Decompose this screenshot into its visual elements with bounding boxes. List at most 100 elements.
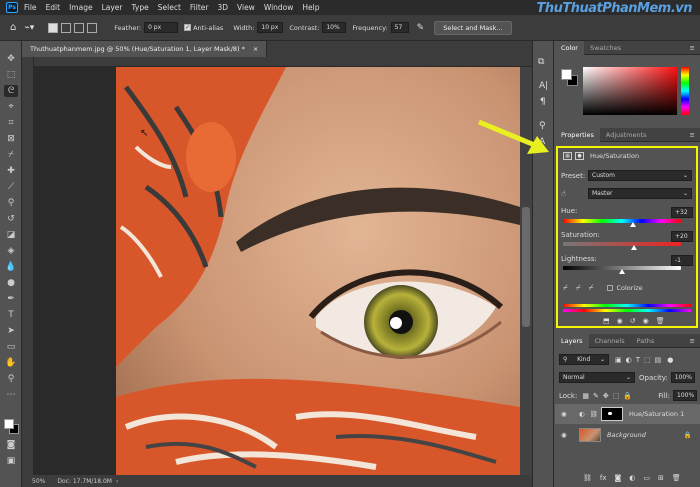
contrast-input[interactable]: 10% [322,22,347,33]
brush-tool-icon[interactable]: ⟋ [4,181,18,193]
menu-3d[interactable]: 3D [217,3,228,12]
layer-mask-thumbnail[interactable] [600,407,623,421]
frame-tool-icon[interactable]: ⊠ [4,133,18,145]
tool-preset-icon[interactable]: ⌁▾ [24,23,34,33]
lock-image-icon[interactable]: ✎ [593,392,599,400]
eyedropper-icon[interactable]: ⌿ [563,283,568,293]
menu-type[interactable]: Type [132,3,149,12]
document-canvas[interactable] [116,67,520,475]
more-tools-icon[interactable]: ⋯ [4,389,18,401]
crop-tool-icon[interactable]: ⌗ [4,117,18,129]
new-layer-icon[interactable]: ⊞ [658,474,664,482]
character-panel-icon[interactable]: A| [539,81,548,91]
screen-mode-icon[interactable]: ▣ [4,455,18,467]
clone-stamp-tool-icon[interactable]: ⚲ [4,197,18,209]
blend-mode-dropdown[interactable]: Normal ⌄ [559,372,635,383]
eraser-tool-icon[interactable]: ◪ [4,229,18,241]
paragraph-panel-icon[interactable]: ¶ [540,97,546,107]
layer-name[interactable]: Background [607,431,646,439]
channel-dropdown[interactable]: Master ⌄ [588,188,692,199]
delete-icon[interactable]: 🗑 [656,317,665,325]
add-mask-icon[interactable]: ◙ [615,474,622,482]
filter-pixel-icon[interactable]: ▣ [615,356,622,364]
path-selection-tool-icon[interactable]: ➤ [4,325,18,337]
layer-thumbnail[interactable] [579,428,601,442]
opacity-input[interactable]: 100% [670,372,695,383]
tab-channels[interactable]: Channels [589,334,631,348]
eyedropper-tool-icon[interactable]: ⌿ [4,149,18,161]
pen-tool-icon[interactable]: ✒ [4,293,18,305]
new-selection-icon[interactable] [48,22,59,33]
marquee-tool-icon[interactable]: ⬚ [4,69,18,81]
menu-help[interactable]: Help [302,3,319,12]
history-panel-icon[interactable]: ⧉ [538,57,544,67]
tab-properties[interactable]: Properties [555,127,600,142]
reset-icon[interactable]: ↺ [630,317,636,325]
menu-image[interactable]: Image [69,3,93,12]
new-group-icon[interactable]: ▭ [643,474,650,482]
subtract-selection-icon[interactable] [74,22,85,33]
lightness-slider-thumb[interactable] [619,269,625,274]
foreground-color-swatch[interactable] [4,419,14,429]
feather-input[interactable]: 0 px [144,22,179,33]
color-picker-field[interactable] [583,67,677,115]
intersect-selection-icon[interactable] [87,22,98,33]
hue-input[interactable]: +32 [671,207,693,218]
quick-mask-icon[interactable]: ◙ [4,439,18,451]
eyedropper-minus-icon[interactable]: ⌿ [589,283,594,293]
lightness-slider[interactable] [563,266,681,274]
zoom-tool-icon[interactable]: ⚲ [4,373,18,385]
lock-position-icon[interactable]: ✥ [603,392,609,400]
panel-menu-icon[interactable]: ≡ [690,337,695,345]
close-tab-icon[interactable]: × [253,45,258,53]
scrollbar-thumb[interactable] [522,207,530,327]
add-selection-icon[interactable] [61,22,72,33]
tab-paths[interactable]: Paths [631,334,661,348]
new-adjustment-icon[interactable]: ◐ [629,474,635,482]
home-icon[interactable]: ⌂ [10,22,16,33]
width-input[interactable]: 10 px [257,22,284,33]
foreground-color-chip[interactable] [561,69,572,80]
status-arrow-icon[interactable]: › [116,478,118,485]
doc-info[interactable]: Doc: 17.7M/18.0M [57,478,112,485]
colorize-checkbox[interactable] [607,285,614,291]
healing-brush-tool-icon[interactable]: ✚ [4,165,18,177]
visibility-icon[interactable]: ◉ [643,317,649,325]
menu-window[interactable]: Window [264,3,294,12]
layer-row[interactable]: ◉ ◐ ⛓ Hue/Saturation 1 [555,404,700,424]
link-layers-icon[interactable]: ⛓ [583,474,592,482]
clip-to-layer-icon[interactable]: ⬒ [603,317,610,325]
filter-smart-icon[interactable]: ▤ [655,356,662,364]
move-tool-icon[interactable]: ✥ [4,53,18,65]
lock-artboard-icon[interactable]: ⬚ [613,392,620,400]
saturation-input[interactable]: +20 [671,231,693,242]
filter-type-icon[interactable]: T [636,356,640,364]
hue-slider[interactable] [563,219,681,227]
filter-toggle-icon[interactable]: ● [667,356,673,364]
zoom-level[interactable]: 50% [32,478,45,485]
history-brush-tool-icon[interactable]: ↺ [4,213,18,225]
layer-row[interactable]: ◉ Background 🔒 [555,425,700,445]
layer-style-icon[interactable]: fx [600,474,607,482]
frequency-input[interactable]: 57 [390,22,409,33]
targeted-adjustment-icon[interactable]: ☝ [561,189,585,198]
menu-layer[interactable]: Layer [102,3,123,12]
eyedropper-plus-icon[interactable]: ⌿ [576,283,581,293]
filter-shape-icon[interactable]: ⬚ [644,356,651,364]
magnetic-lasso-tool-icon[interactable]: ᘓ [4,85,18,97]
tab-swatches[interactable]: Swatches [584,41,627,55]
preset-dropdown[interactable]: Custom ⌄ [588,170,692,181]
lock-all-icon[interactable]: 🔒 [623,392,632,400]
lightness-input[interactable]: -1 [671,255,693,266]
panel-menu-icon[interactable]: ≡ [690,131,695,139]
chain-icon[interactable]: ⛓ [590,410,598,418]
rectangle-tool-icon[interactable]: ▭ [4,341,18,353]
tab-adjustments[interactable]: Adjustments [600,128,653,142]
filter-adjustment-icon[interactable]: ◐ [626,356,632,364]
saturation-slider-thumb[interactable] [630,245,637,250]
mask-icon[interactable]: ● [575,152,584,160]
select-and-mask-button[interactable]: Select and Mask... [434,20,512,35]
panel-menu-icon[interactable]: ≡ [690,44,695,52]
quick-selection-tool-icon[interactable]: ⌖ [4,101,18,113]
tab-color[interactable]: Color [555,40,584,55]
